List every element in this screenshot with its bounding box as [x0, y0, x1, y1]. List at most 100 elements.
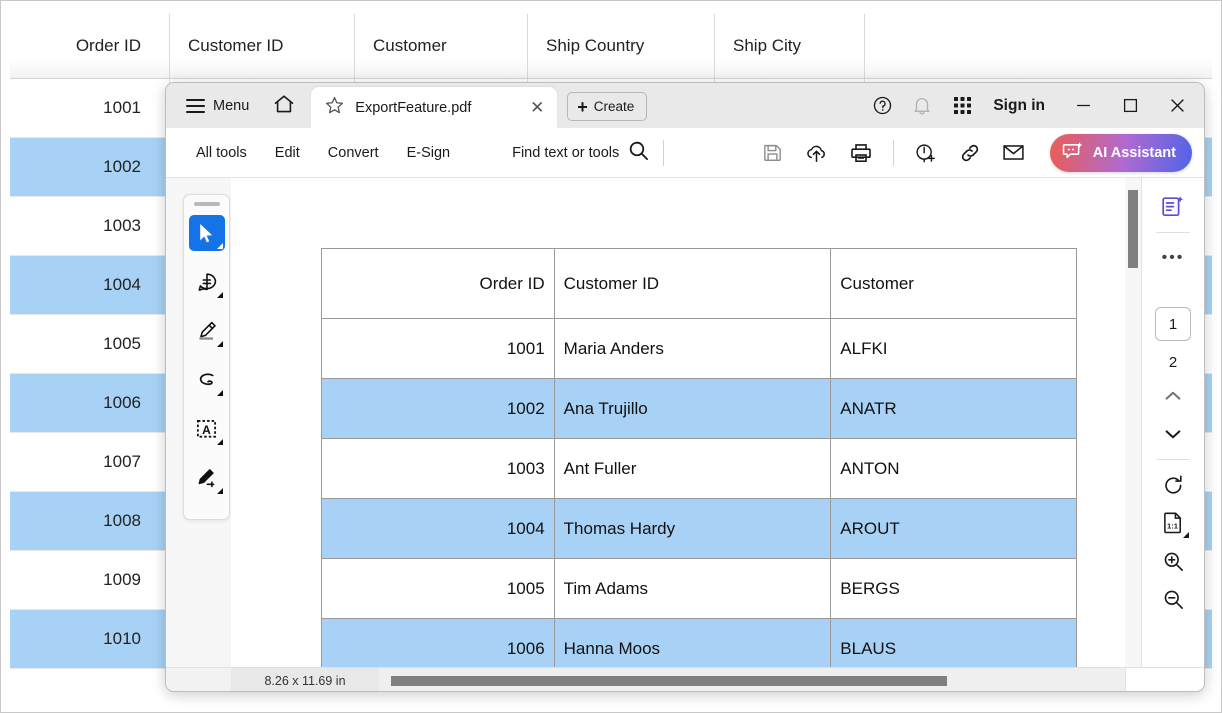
document-tab[interactable]: ExportFeature.pdf ✕ — [311, 87, 557, 128]
bell-icon[interactable] — [903, 87, 941, 125]
right-tool-rail: ••• 1 2 1:1 — [1141, 178, 1204, 667]
pdf-header-cell: Customer — [831, 249, 1077, 319]
create-button[interactable]: + Create — [567, 92, 647, 121]
window-maximize-button[interactable] — [1108, 83, 1153, 128]
pdf-table-cell: 1004 — [322, 499, 555, 559]
pdf-table-row: 1004Thomas HardyAROUT — [322, 499, 1077, 559]
toolbar-divider — [663, 140, 664, 166]
column-header-order-id[interactable]: Order ID — [10, 14, 170, 78]
draw-freehand-tool-button[interactable] — [189, 362, 225, 398]
acrobat-window: Menu ExportFeature.pdf ✕ + — [165, 82, 1205, 692]
more-options-icon[interactable]: ••• — [1154, 239, 1192, 277]
page-fit-1-to-1-icon[interactable]: 1:1 — [1154, 504, 1192, 542]
document-viewer-area: A Order IDCustomer IDCustomer1001Maria A… — [166, 178, 1204, 667]
window-close-button[interactable] — [1155, 83, 1200, 128]
star-icon[interactable] — [325, 96, 344, 120]
zoom-out-icon[interactable] — [1154, 580, 1192, 618]
highlight-tool-caret-icon — [217, 341, 223, 347]
find-text-or-tools-button[interactable]: Find text or tools — [512, 140, 649, 166]
pdf-table-cell: BLAUS — [831, 619, 1077, 668]
tab-close-icon[interactable]: ✕ — [525, 96, 549, 120]
column-header-customer[interactable]: Customer — [355, 14, 528, 78]
background-grid-header: Order ID Customer ID Customer Ship Count… — [10, 14, 1212, 79]
background-cell-order-id: 1001 — [10, 79, 170, 137]
pdf-page: Order IDCustomer IDCustomer1001Maria And… — [231, 178, 1125, 667]
esign-tab[interactable]: E-Sign — [393, 139, 465, 167]
select-tool-caret-icon — [217, 243, 223, 249]
comment-tool-button[interactable] — [189, 264, 225, 300]
pdf-table-cell: Maria Anders — [554, 319, 831, 379]
sign-tool-caret-icon — [217, 488, 223, 494]
page-dimensions-label: 8.26 x 11.69 in — [231, 668, 379, 693]
current-page-indicator[interactable]: 1 — [1155, 307, 1191, 341]
svg-text:A: A — [202, 423, 211, 437]
toolbar-action-group: AI Assistant — [753, 134, 1196, 172]
find-label: Find text or tools — [512, 145, 619, 161]
svg-text:1:1: 1:1 — [1167, 521, 1179, 530]
home-button[interactable] — [267, 91, 301, 121]
ai-assistant-label: AI Assistant — [1093, 145, 1176, 161]
pdf-table-cell: ANATR — [831, 379, 1077, 439]
chevron-down-icon[interactable] — [1154, 415, 1192, 453]
highlight-tool-button[interactable] — [189, 313, 225, 349]
chevron-up-icon[interactable] — [1154, 377, 1192, 415]
annotation-tool-palette: A — [183, 194, 230, 520]
add-stamp-icon[interactable] — [906, 134, 946, 172]
window-titlebar: Menu ExportFeature.pdf ✕ + — [166, 83, 1204, 128]
ai-assistant-button[interactable]: AI Assistant — [1050, 134, 1192, 172]
window-minimize-button[interactable] — [1061, 83, 1106, 128]
save-icon[interactable] — [753, 134, 793, 172]
help-circle-icon[interactable] — [863, 87, 901, 125]
sign-in-button[interactable]: Sign in — [983, 97, 1059, 115]
pdf-table-row: 1005Tim AdamsBERGS — [322, 559, 1077, 619]
pdf-table-cell: 1006 — [322, 619, 555, 668]
rail-divider-2 — [1156, 459, 1190, 460]
rotate-clockwise-icon[interactable] — [1154, 466, 1192, 504]
pdf-table-cell: Thomas Hardy — [554, 499, 831, 559]
page-number-2[interactable]: 2 — [1155, 347, 1191, 377]
pdf-table-row: 1001Maria AndersALFKI — [322, 319, 1077, 379]
link-icon[interactable] — [950, 134, 990, 172]
pdf-table-cell: 1005 — [322, 559, 555, 619]
column-header-ship-city[interactable]: Ship City — [715, 14, 865, 78]
menu-button[interactable]: Menu — [180, 91, 255, 121]
vertical-scrollbar-thumb[interactable] — [1128, 190, 1138, 268]
all-tools-button[interactable]: All tools — [182, 139, 261, 167]
pdf-table-row: 1003Ant FullerANTON — [322, 439, 1077, 499]
app-grid-icon[interactable] — [943, 87, 981, 125]
add-text-tool-caret-icon — [217, 439, 223, 445]
print-icon[interactable] — [841, 134, 881, 172]
search-icon[interactable] — [628, 140, 649, 166]
cloud-upload-icon[interactable] — [797, 134, 837, 172]
pdf-table-header-row: Order IDCustomer IDCustomer — [322, 249, 1077, 319]
sign-tool-button[interactable] — [189, 460, 225, 496]
document-tab-filename: ExportFeature.pdf — [355, 100, 471, 116]
export-pdf-icon[interactable] — [1154, 188, 1192, 226]
page-fit-caret-icon — [1183, 532, 1189, 538]
draw-freehand-tool-caret-icon — [217, 390, 223, 396]
pdf-document-table: Order IDCustomer IDCustomer1001Maria And… — [321, 248, 1077, 667]
edit-tab[interactable]: Edit — [261, 139, 314, 167]
pdf-table-cell: Hanna Moos — [554, 619, 831, 668]
mail-icon[interactable] — [994, 134, 1034, 172]
create-button-label: Create — [594, 99, 635, 114]
vertical-scrollbar[interactable] — [1125, 178, 1141, 667]
horizontal-scrollbar-thumb[interactable] — [391, 676, 947, 686]
palette-drag-handle[interactable] — [194, 202, 220, 206]
column-header-customer-id[interactable]: Customer ID — [170, 14, 355, 78]
column-header-ship-country[interactable]: Ship Country — [528, 14, 715, 78]
add-text-tool-button[interactable]: A — [189, 411, 225, 447]
pdf-header-cell: Order ID — [322, 249, 555, 319]
pdf-table-cell: Tim Adams — [554, 559, 831, 619]
pdf-table-cell: AROUT — [831, 499, 1077, 559]
convert-tab[interactable]: Convert — [314, 139, 393, 167]
horizontal-scrollbar[interactable] — [379, 668, 1125, 693]
select-tool-button[interactable] — [189, 215, 225, 251]
zoom-in-icon[interactable] — [1154, 542, 1192, 580]
ai-sparkle-icon — [1062, 141, 1084, 165]
background-cell-order-id: 1010 — [10, 610, 170, 668]
pdf-table-cell: BERGS — [831, 559, 1077, 619]
background-cell-order-id: 1005 — [10, 315, 170, 373]
main-toolbar: All tools Edit Convert E-Sign Find text … — [166, 128, 1204, 178]
pdf-table-cell: ANTON — [831, 439, 1077, 499]
